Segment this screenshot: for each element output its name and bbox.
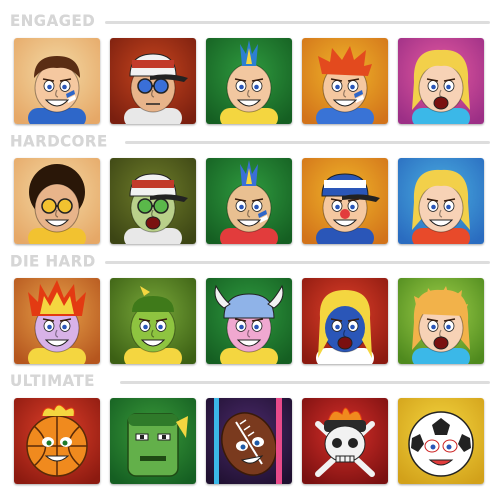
tier-title: ENGAGED xyxy=(10,11,96,31)
fan-flaming-hair-icon xyxy=(14,278,100,364)
fan-clown-cap-icon xyxy=(302,158,388,244)
fan-mohawk-face-paint-icon xyxy=(206,158,292,244)
fan-red-spiky-hair-icon xyxy=(302,38,388,124)
football-face-icon xyxy=(206,398,292,484)
football-face-icon xyxy=(206,398,292,484)
fan-clown-cap-icon xyxy=(302,158,388,244)
tier-title: HARDCORE xyxy=(10,131,108,151)
fan-flaming-hair-icon xyxy=(14,278,100,364)
tier-divider xyxy=(120,381,490,384)
tier-title: ULTIMATE xyxy=(10,371,95,391)
tier-divider xyxy=(105,21,490,24)
fan-face-painted-cheek-icon xyxy=(14,38,100,124)
fan-face-painted-cheek-icon xyxy=(14,38,100,124)
fan-screaming-blue-face-icon xyxy=(302,278,388,364)
fan-green-hair-screamer-icon xyxy=(398,278,484,364)
fan-mohawk-face-paint-icon xyxy=(206,158,292,244)
fan-viking-helmet-icon xyxy=(206,278,292,364)
fan-blonde-wink-icon xyxy=(398,158,484,244)
skull-bats-icon xyxy=(302,398,388,484)
tier-title: DIE HARD xyxy=(10,251,96,271)
fan-tier-section: ULTIMATE xyxy=(0,372,500,484)
green-block-head-icon xyxy=(110,398,196,484)
fan-blonde-woman-icon xyxy=(398,38,484,124)
tier-divider xyxy=(125,141,490,144)
soccer-ball-face-icon xyxy=(398,398,484,484)
fan-trucker-cap-sunglasses-icon xyxy=(110,38,196,124)
skull-bats-icon xyxy=(302,398,388,484)
fan-green-hair-screamer-icon xyxy=(398,278,484,364)
fan-blonde-woman-icon xyxy=(398,38,484,124)
green-block-head-icon xyxy=(110,398,196,484)
fan-visor-goggles-icon xyxy=(110,158,196,244)
fan-tier-section: DIE HARD xyxy=(0,252,500,364)
fan-screaming-blue-face-icon xyxy=(302,278,388,364)
fan-blonde-wink-icon xyxy=(398,158,484,244)
basketball-face-icon xyxy=(14,398,100,484)
fan-red-spiky-hair-icon xyxy=(302,38,388,124)
fan-afro-goggles-icon xyxy=(14,158,100,244)
fan-afro-goggles-icon xyxy=(14,158,100,244)
fan-tier-section: ENGAGED xyxy=(0,12,500,124)
fan-green-monster-icon xyxy=(110,278,196,364)
fan-green-monster-icon xyxy=(110,278,196,364)
fan-mohawk-grin-icon xyxy=(206,38,292,124)
fan-mohawk-grin-icon xyxy=(206,38,292,124)
fan-viking-helmet-icon xyxy=(206,278,292,364)
basketball-face-icon xyxy=(14,398,100,484)
tier-divider xyxy=(105,261,490,264)
fan-trucker-cap-sunglasses-icon xyxy=(110,38,196,124)
fan-visor-goggles-icon xyxy=(110,158,196,244)
fan-tier-section: HARDCORE xyxy=(0,132,500,244)
soccer-ball-face-icon xyxy=(398,398,484,484)
